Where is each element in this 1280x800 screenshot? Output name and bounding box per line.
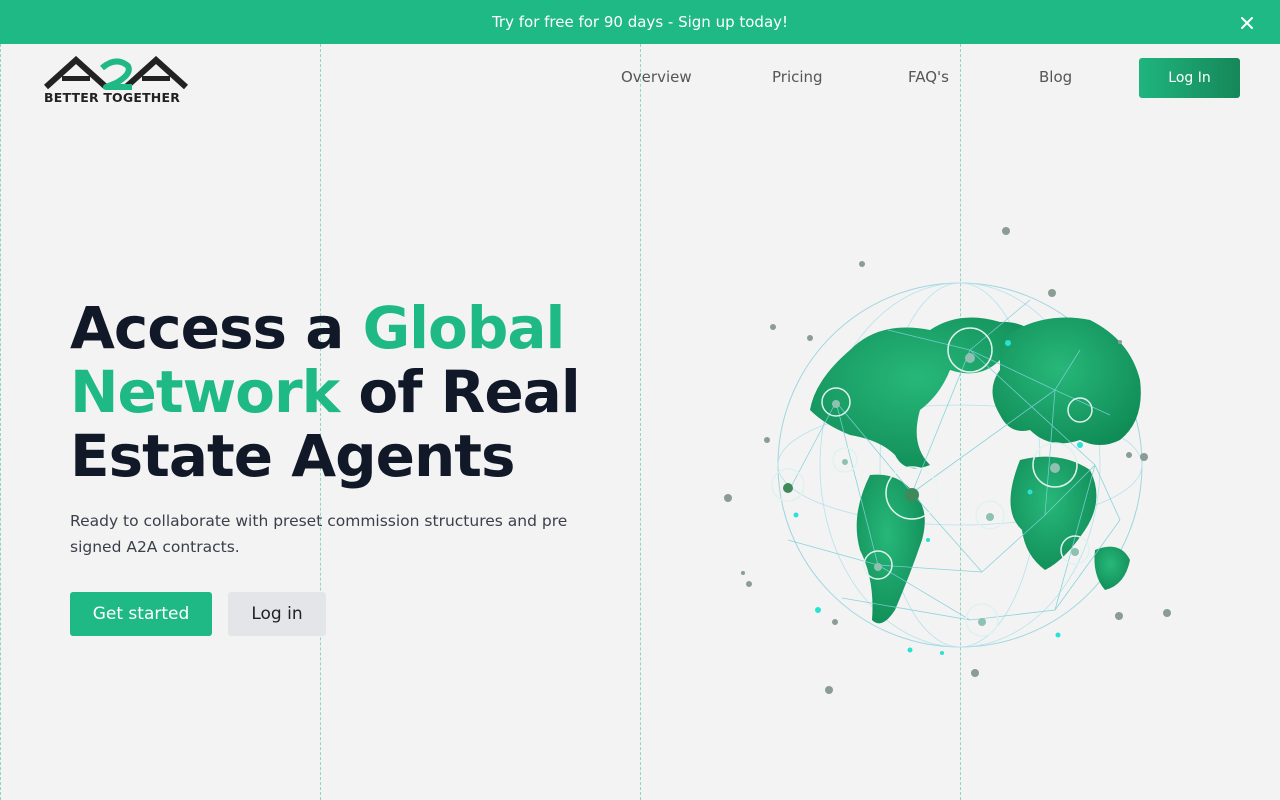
guide-line: [0, 44, 1, 800]
header-login-button[interactable]: Log In: [1139, 58, 1240, 98]
logo-tagline: BETTER TOGETHER: [44, 90, 181, 105]
get-started-button[interactable]: Get started: [70, 592, 212, 636]
logo-mark-icon: [43, 55, 189, 90]
site-header: BETTER TOGETHER Overview Pricing FAQ's B…: [0, 44, 1280, 112]
hero-title-part1: Access a: [70, 294, 363, 362]
globe-network-icon: [724, 227, 1171, 694]
nav-faqs[interactable]: FAQ's: [908, 68, 949, 86]
nav-blog[interactable]: Blog: [1039, 68, 1072, 86]
guide-line: [640, 44, 641, 800]
hero-subtitle: Ready to collaborate with preset commiss…: [70, 512, 568, 556]
promo-banner[interactable]: Try for free for 90 days - Sign up today…: [0, 0, 1280, 44]
nav-overview[interactable]: Overview: [621, 68, 692, 86]
hero-title: Access a Global Network of Real Estate A…: [70, 296, 630, 488]
promo-banner-text[interactable]: Try for free for 90 days - Sign up today…: [492, 13, 788, 31]
logo[interactable]: BETTER TOGETHER: [43, 55, 190, 106]
nav-pricing[interactable]: Pricing: [772, 68, 823, 86]
close-icon[interactable]: [1238, 14, 1256, 32]
hero-login-button[interactable]: Log in: [228, 592, 326, 636]
